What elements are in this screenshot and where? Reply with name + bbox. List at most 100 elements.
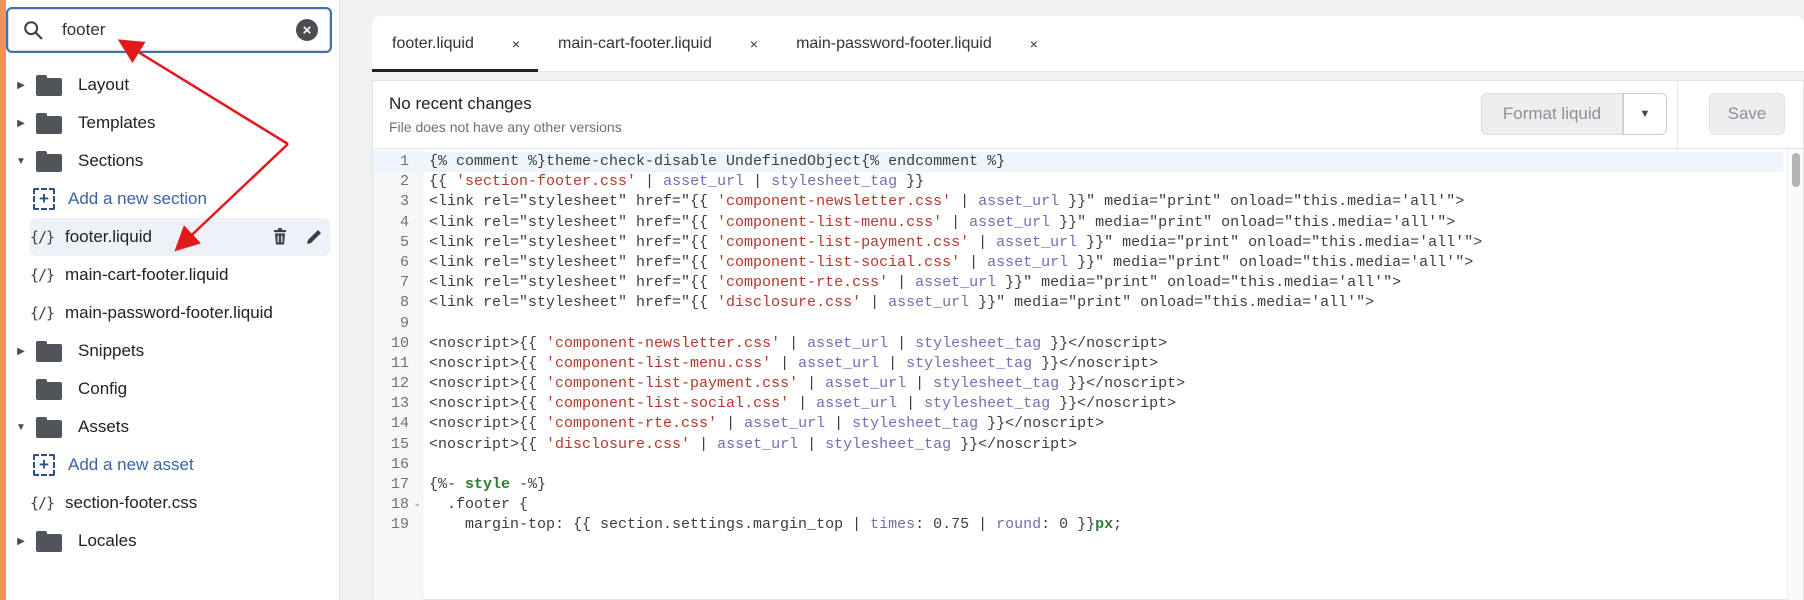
code-token: |: [825, 415, 853, 433]
save-button[interactable]: Save: [1709, 93, 1785, 135]
add-section-link[interactable]: + Add a new section: [6, 180, 340, 218]
code-token: asset_url: [996, 233, 1078, 251]
file-item-main-cart-footer[interactable]: {/} main-cart-footer.liquid: [6, 256, 340, 294]
tab-label: footer.liquid: [392, 34, 474, 52]
tab-main-cart-footer[interactable]: main-cart-footer.liquid ×: [538, 16, 776, 71]
folder-locales[interactable]: ▶ Locales: [6, 522, 340, 560]
file-item-section-footer-css[interactable]: {/} section-footer.css: [6, 484, 340, 522]
code-line[interactable]: 5 <link rel="stylesheet" href="{{ 'compon…: [373, 233, 1783, 253]
rename-pencil-icon[interactable]: [304, 227, 324, 247]
line-number: 15: [390, 435, 409, 453]
code-token: <link rel="stylesheet" href="{{: [429, 294, 718, 312]
code-line[interactable]: 17 {%- style -%}: [373, 475, 1783, 495]
code-line[interactable]: 6 <link rel="stylesheet" href="{{ 'compon…: [373, 253, 1783, 273]
code-token: <link rel="stylesheet" href="{{: [429, 253, 718, 271]
code-text: <link rel="stylesheet" href="{{ 'compone…: [429, 253, 1473, 273]
caret-right-icon[interactable]: ▶: [14, 80, 28, 91]
code-line[interactable]: 1 {% comment %}theme-check-disable Undefi…: [373, 152, 1783, 173]
version-status-subtitle: File does not have any other versions: [389, 119, 622, 135]
code-token: 'component-list-social.css': [546, 395, 790, 413]
code-line[interactable]: 4 <link rel="stylesheet" href="{{ 'compon…: [373, 213, 1783, 233]
delete-icon[interactable]: [270, 227, 290, 247]
caret-right-icon[interactable]: ▶: [14, 536, 28, 547]
editor-scrollbar[interactable]: [1787, 149, 1803, 600]
code-token: 'component-rte.css': [717, 274, 889, 292]
scrollbar-thumb[interactable]: [1792, 153, 1800, 187]
code-token: <noscript>{{: [429, 415, 547, 433]
code-token: <noscript>{{: [429, 375, 547, 393]
line-number: 18: [390, 496, 409, 514]
code-token: asset_url: [717, 435, 799, 453]
code-token: |: [717, 415, 745, 433]
code-line[interactable]: 11 <noscript>{{ 'component-list-menu.css'…: [373, 354, 1783, 374]
format-liquid-button[interactable]: Format liquid: [1481, 93, 1623, 135]
folder-icon: [36, 531, 62, 552]
code-token: 'component-rte.css': [546, 415, 718, 433]
code-line[interactable]: 7 <link rel="stylesheet" href="{{ 'compon…: [373, 273, 1783, 293]
code-lines[interactable]: 1 {% comment %}theme-check-disable Undefi…: [373, 152, 1783, 536]
clear-search-icon[interactable]: ×: [296, 19, 318, 41]
code-line[interactable]: 15 <noscript>{{ 'disclosure.css' | asset_…: [373, 435, 1783, 455]
code-token: |: [879, 354, 907, 372]
code-token: |: [951, 193, 979, 211]
close-tab-icon[interactable]: ×: [512, 36, 520, 52]
code-token: asset_url: [888, 294, 970, 312]
folder-config[interactable]: Config: [6, 370, 340, 408]
folder-label: Config: [78, 379, 128, 398]
code-line[interactable]: 14 <noscript>{{ 'component-rte.css' | ass…: [373, 414, 1783, 434]
code-line[interactable]: 13 <noscript>{{ 'component-list-social.cs…: [373, 394, 1783, 414]
folder-label: Sections: [78, 151, 144, 170]
fold-chevron-icon[interactable]: ⌄: [413, 495, 421, 515]
line-number: 5: [399, 233, 409, 251]
tab-label: main-password-footer.liquid: [796, 34, 992, 52]
code-token: round: [996, 516, 1042, 534]
code-token: <link rel="stylesheet" href="{{: [429, 213, 718, 231]
add-asset-label: Add a new asset: [68, 455, 194, 474]
code-line[interactable]: 18 ⌄ .footer {: [373, 495, 1783, 515]
code-editor[interactable]: 1 {% comment %}theme-check-disable Undefi…: [373, 149, 1803, 600]
editor-toolbar: No recent changes File does not have any…: [373, 81, 1804, 149]
caret-right-icon[interactable]: ▶: [14, 118, 28, 129]
search-input[interactable]: [62, 20, 296, 40]
line-number: 11: [390, 354, 409, 372]
code-line[interactable]: 16: [373, 455, 1783, 475]
code-token: }}" media="print" onload="this.media='al…: [1050, 213, 1456, 231]
code-token: {{: [429, 173, 457, 191]
liquid-file-icon: {/}: [30, 266, 55, 284]
folder-templates[interactable]: ▶ Templates: [6, 104, 340, 142]
file-item-main-password-footer[interactable]: {/} main-password-footer.liquid: [6, 294, 340, 332]
code-line[interactable]: 2 {{ 'section-footer.css' | asset_url | s…: [373, 172, 1783, 192]
tab-main-password-footer[interactable]: main-password-footer.liquid ×: [776, 16, 1056, 71]
version-status-title: No recent changes: [389, 94, 532, 113]
format-options-dropdown[interactable]: ▼: [1623, 93, 1667, 135]
code-line[interactable]: 3 <link rel="stylesheet" href="{{ 'compon…: [373, 192, 1783, 212]
caret-right-icon[interactable]: ▶: [14, 346, 28, 357]
folder-snippets[interactable]: ▶ Snippets: [6, 332, 340, 370]
code-token: : 0.75 |: [915, 516, 997, 534]
code-token: 'component-newsletter.css': [546, 334, 781, 352]
code-line[interactable]: 8 <link rel="stylesheet" href="{{ 'disclo…: [373, 293, 1783, 313]
folder-assets[interactable]: ▼ Assets: [6, 408, 340, 446]
code-line[interactable]: 19 margin-top: {{ section.settings.margi…: [373, 515, 1783, 535]
file-tree: ▶ Layout ▶ Templates ▼ Sections + Add a …: [6, 66, 340, 560]
code-line[interactable]: 10 <noscript>{{ 'component-newsletter.css…: [373, 334, 1783, 354]
file-item-footer-liquid[interactable]: {/} footer.liquid: [30, 218, 330, 256]
add-asset-link[interactable]: + Add a new asset: [6, 446, 340, 484]
liquid-file-icon: {/}: [30, 304, 55, 322]
code-token: }}</noscript>: [951, 435, 1078, 453]
file-search-box[interactable]: ×: [6, 7, 332, 53]
folder-label: Snippets: [78, 341, 145, 360]
folder-sections[interactable]: ▼ Sections: [6, 142, 340, 180]
code-token: |: [888, 274, 916, 292]
code-line[interactable]: 12 <noscript>{{ 'component-list-payment.c…: [373, 374, 1783, 394]
code-text: <noscript>{{ 'disclosure.css' | asset_ur…: [429, 435, 1077, 455]
close-tab-icon[interactable]: ×: [750, 36, 758, 52]
close-tab-icon[interactable]: ×: [1030, 36, 1038, 52]
code-line[interactable]: 9: [373, 314, 1783, 334]
caret-down-icon[interactable]: ▼: [14, 422, 28, 433]
line-number: 17: [390, 476, 409, 493]
code-token: asset_url: [987, 253, 1069, 271]
folder-layout[interactable]: ▶ Layout: [6, 66, 340, 104]
tab-footer-liquid[interactable]: footer.liquid ×: [372, 16, 539, 72]
caret-down-icon[interactable]: ▼: [14, 156, 28, 167]
